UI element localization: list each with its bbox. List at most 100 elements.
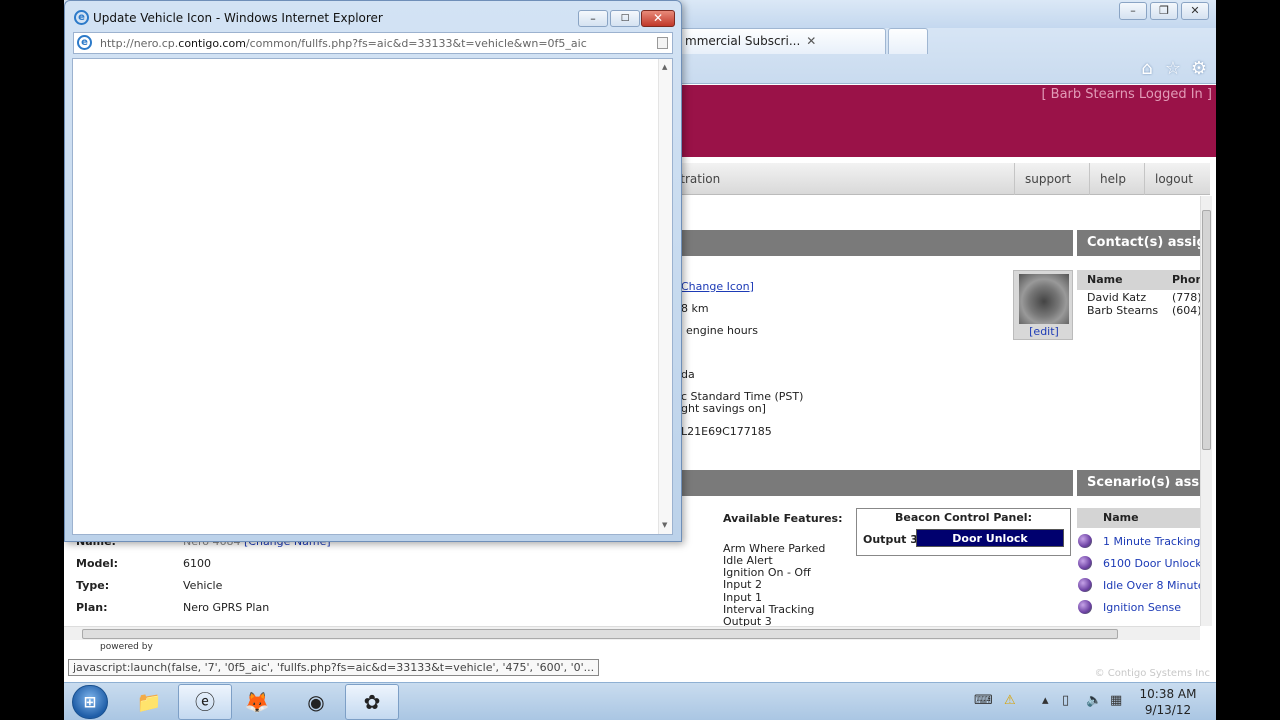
scenarios-table-header: Name (1077, 508, 1200, 528)
vehicle-photo (1019, 274, 1069, 324)
vehicle-plan-value: Nero GPRS Plan (183, 601, 270, 614)
scenario-link[interactable]: 1 Minute Tracking (1103, 535, 1200, 548)
vehicle-plan-label: Plan: (76, 601, 108, 614)
edit-icon-link[interactable]: [edit] (1014, 325, 1074, 338)
feature-item: Input 2 (723, 578, 762, 591)
scenarios-section-header: Scenario(s) assig (1077, 470, 1200, 496)
popup-content-area: ▲ ▼ (72, 58, 673, 535)
vehicle-type-label: Type: (76, 579, 110, 592)
popup-close-button[interactable]: ✕ (641, 10, 675, 27)
beacon-control-panel: Beacon Control Panel: Output 3 Door Unlo… (856, 508, 1071, 556)
tab-label: mmercial Subscri... (685, 34, 801, 48)
beacon-output-label: Output 3 (863, 533, 918, 546)
update-vehicle-icon-popup: e Update Vehicle Icon - Windows Internet… (64, 0, 682, 542)
scroll-up-arrow-icon[interactable]: ▲ (662, 63, 667, 71)
contact-row-1-phone: (778) (1172, 291, 1200, 304)
available-features-title: Available Features: (723, 512, 843, 525)
scenario-link[interactable]: Idle Over 8 Minutes (1103, 579, 1200, 592)
action-center-warning-icon[interactable]: ⚠ (1004, 693, 1016, 708)
popup-minimize-button[interactable]: – (578, 10, 608, 27)
popup-title: Update Vehicle Icon - Windows Internet E… (93, 11, 383, 25)
scenario-icon (1078, 556, 1092, 570)
compatibility-page-icon[interactable] (657, 37, 668, 49)
scenario-link[interactable]: 6100 Door Unlock (1103, 557, 1200, 570)
odometer-value: 8 km (681, 302, 709, 315)
home-icon[interactable]: ⌂ (1136, 58, 1158, 80)
url-prefix: http://nero.cp. (100, 37, 179, 50)
scenarios-col-name: Name (1103, 511, 1139, 524)
url-domain: contigo.com (178, 37, 246, 50)
start-button[interactable]: ⊞ (72, 685, 108, 719)
nav-support[interactable]: support (1014, 163, 1081, 195)
close-button[interactable]: ✕ (1181, 2, 1209, 20)
country-value: da (681, 368, 695, 381)
vehicle-model-label: Model: (76, 557, 119, 570)
url-suffix: /common/fullfs.php?fs=aic&d=33133&t=vehi… (245, 37, 587, 50)
volume-icon[interactable]: 🔈 (1086, 693, 1102, 708)
page-horizontal-scrollbar[interactable] (64, 626, 1200, 640)
clock-time: 10:38 AM (1139, 687, 1197, 701)
vin-value: L21E69C177185 (681, 425, 772, 438)
explorer-folder-icon[interactable]: 📁 (122, 684, 176, 720)
device-tray-icon[interactable]: ▯ (1062, 693, 1069, 708)
chrome-icon[interactable]: ◉ (289, 684, 343, 720)
popup-url: http://nero.cp.contigo.com/common/fullfs… (100, 37, 587, 50)
door-unlock-button[interactable]: Door Unlock (916, 529, 1064, 547)
vehicle-thumbnail: [edit] (1013, 270, 1073, 340)
popup-maximize-button[interactable]: □ (610, 10, 640, 27)
page-ie-icon: e (77, 35, 92, 50)
windows-taskbar: ⊞ 📁 ⓔ 🦊 ◉ ✿ ⌨ ⚠ ▴ ▯ 🔈 ▦ 10:38 AM 9/13/12 (64, 682, 1216, 720)
change-icon-link-row: Change Icon] (681, 280, 754, 293)
clock-date: 9/13/12 (1144, 703, 1192, 717)
keyboard-tray-icon[interactable]: ⌨ (974, 693, 993, 708)
nav-logout[interactable]: logout (1144, 163, 1203, 195)
vehicle-model-value: 6100 (183, 557, 211, 570)
system-clock[interactable]: 10:38 AM 9/13/12 (1126, 686, 1210, 718)
contacts-col-phone: Phon (1172, 273, 1200, 286)
horizontal-scroll-thumb[interactable] (82, 629, 1118, 639)
beacon-title: Beacon Control Panel: (895, 511, 1032, 524)
vehicle-section-bar (664, 230, 1073, 256)
new-tab-button[interactable] (888, 28, 928, 54)
change-icon-bracket: ] (749, 280, 754, 293)
contacts-table-header: Name Phon (1077, 270, 1200, 290)
vehicle-type-value: Vehicle (183, 579, 223, 592)
features-section-bar (664, 470, 1073, 496)
tools-gear-icon[interactable]: ⚙ (1188, 58, 1210, 80)
nav-help[interactable]: help (1089, 163, 1136, 195)
show-hidden-icons-icon[interactable]: ▴ (1042, 693, 1049, 708)
page-vertical-scrollbar[interactable] (1200, 196, 1212, 626)
scenario-icon (1078, 600, 1092, 614)
popup-vertical-scrollbar[interactable]: ▲ ▼ (658, 59, 672, 534)
scenario-link[interactable]: Ignition Sense (1103, 601, 1181, 614)
desktop: – ❐ ✕ mmercial Subscri... ✕ ⌂ ☆ ⚙ [ Barb … (64, 0, 1216, 720)
tab-commercial-subscriber[interactable]: mmercial Subscri... ✕ (676, 28, 886, 54)
vertical-scroll-thumb[interactable] (1202, 210, 1211, 450)
page-footer: powered by © Contigo Systems Inc javascr… (64, 640, 1216, 682)
powered-by-label: powered by (100, 642, 153, 652)
ie-logo-icon: e (74, 10, 89, 25)
contact-row-1-name: David Katz (1087, 291, 1147, 304)
contact-row-2-name: Barb Stearns (1087, 304, 1159, 317)
contact-row-2-phone: (604) (1172, 304, 1200, 317)
scroll-down-arrow-icon[interactable]: ▼ (662, 521, 667, 529)
firefox-icon[interactable]: 🦊 (230, 684, 284, 720)
restore-button[interactable]: ❐ (1150, 2, 1178, 20)
minimize-button[interactable]: – (1119, 2, 1147, 20)
app-flower-icon[interactable]: ✿ (345, 684, 399, 720)
favorites-star-icon[interactable]: ☆ (1162, 58, 1184, 80)
internet-explorer-icon[interactable]: ⓔ (178, 684, 232, 720)
logged-in-status: [ Barb Stearns Logged In ] (1041, 87, 1212, 102)
status-bar-url-tooltip: javascript:launch(false, '7', '0f5_aic',… (68, 659, 600, 676)
feature-item: Output 3 (723, 615, 772, 626)
network-icon[interactable]: ▦ (1110, 693, 1122, 708)
copyright-text: © Contigo Systems Inc (1094, 668, 1210, 679)
contacts-section-header: Contact(s) assig (1077, 230, 1200, 256)
dst-value: ght savings on] (681, 402, 766, 415)
engine-hours-value: engine hours (686, 324, 758, 337)
scenario-icon (1078, 578, 1092, 592)
change-icon-link[interactable]: Change Icon (681, 280, 750, 293)
tab-close-icon[interactable]: ✕ (806, 34, 816, 48)
scenario-icon (1078, 534, 1092, 548)
popup-address-bar[interactable]: e http://nero.cp.contigo.com/common/full… (73, 32, 673, 54)
